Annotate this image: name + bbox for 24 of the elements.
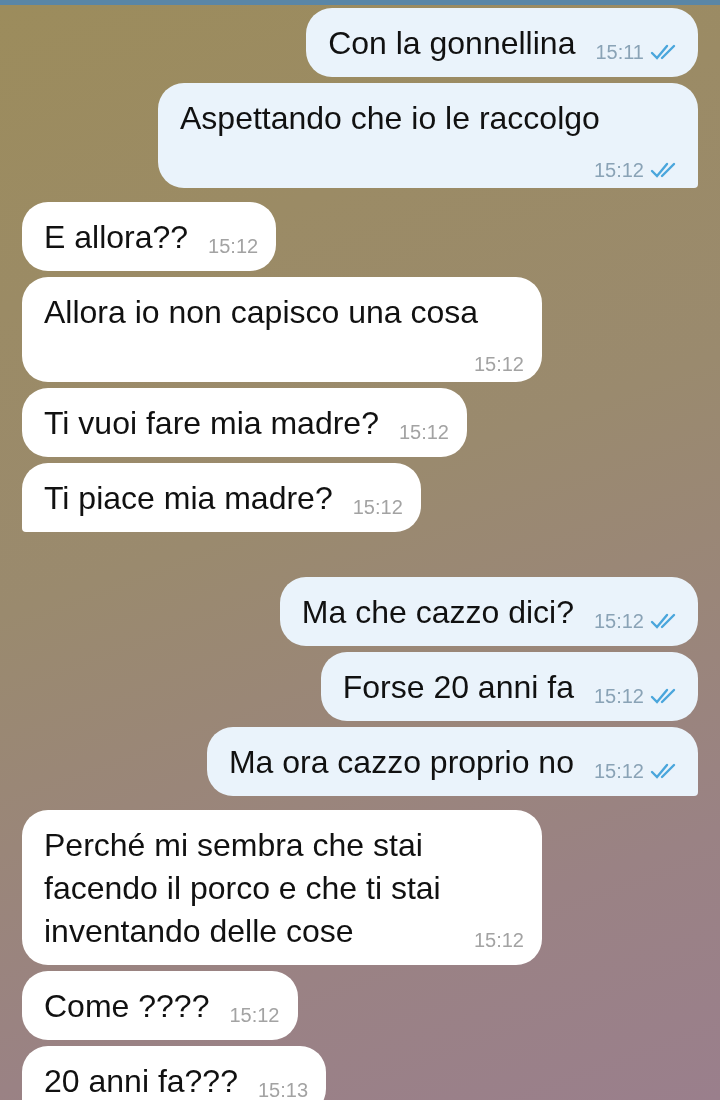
message-text: Aspettando che io le raccolgo	[180, 100, 600, 136]
message-text: E allora??	[44, 219, 189, 255]
message-time: 15:12	[593, 684, 644, 708]
message-text: Allora io non capisco una cosa	[44, 294, 479, 330]
message-time: 15:12	[473, 928, 524, 952]
message-text: Come ????	[44, 988, 210, 1024]
message-text: Con la gonnellina	[328, 25, 576, 61]
message-text: Ti vuoi fare mia madre?	[44, 405, 379, 441]
message-time: 15:13	[257, 1078, 308, 1100]
message-time: 15:12	[208, 234, 259, 258]
message-time: 15:12	[473, 352, 524, 376]
message-text: Forse 20 anni fa	[342, 669, 574, 705]
message-time: 15:12	[229, 1003, 280, 1027]
message-time: 15:12	[398, 420, 449, 444]
message-text: Ma che cazzo dici?	[301, 594, 574, 630]
message-time: 15:12	[593, 609, 644, 633]
message-text: 20 anni fa???	[44, 1063, 238, 1099]
message-text: Perché mi sembra che stai facendo il porco e che ti stai inventando delle cose	[44, 827, 441, 949]
message-text: Ti piace mia madre?	[44, 480, 333, 516]
message-time: 15:11	[595, 40, 644, 64]
message-time: 15:12	[593, 158, 644, 182]
message-time: 15:12	[352, 495, 403, 519]
message-text: Ma ora cazzo proprio no	[228, 744, 574, 780]
message-time: 15:12	[593, 759, 644, 783]
